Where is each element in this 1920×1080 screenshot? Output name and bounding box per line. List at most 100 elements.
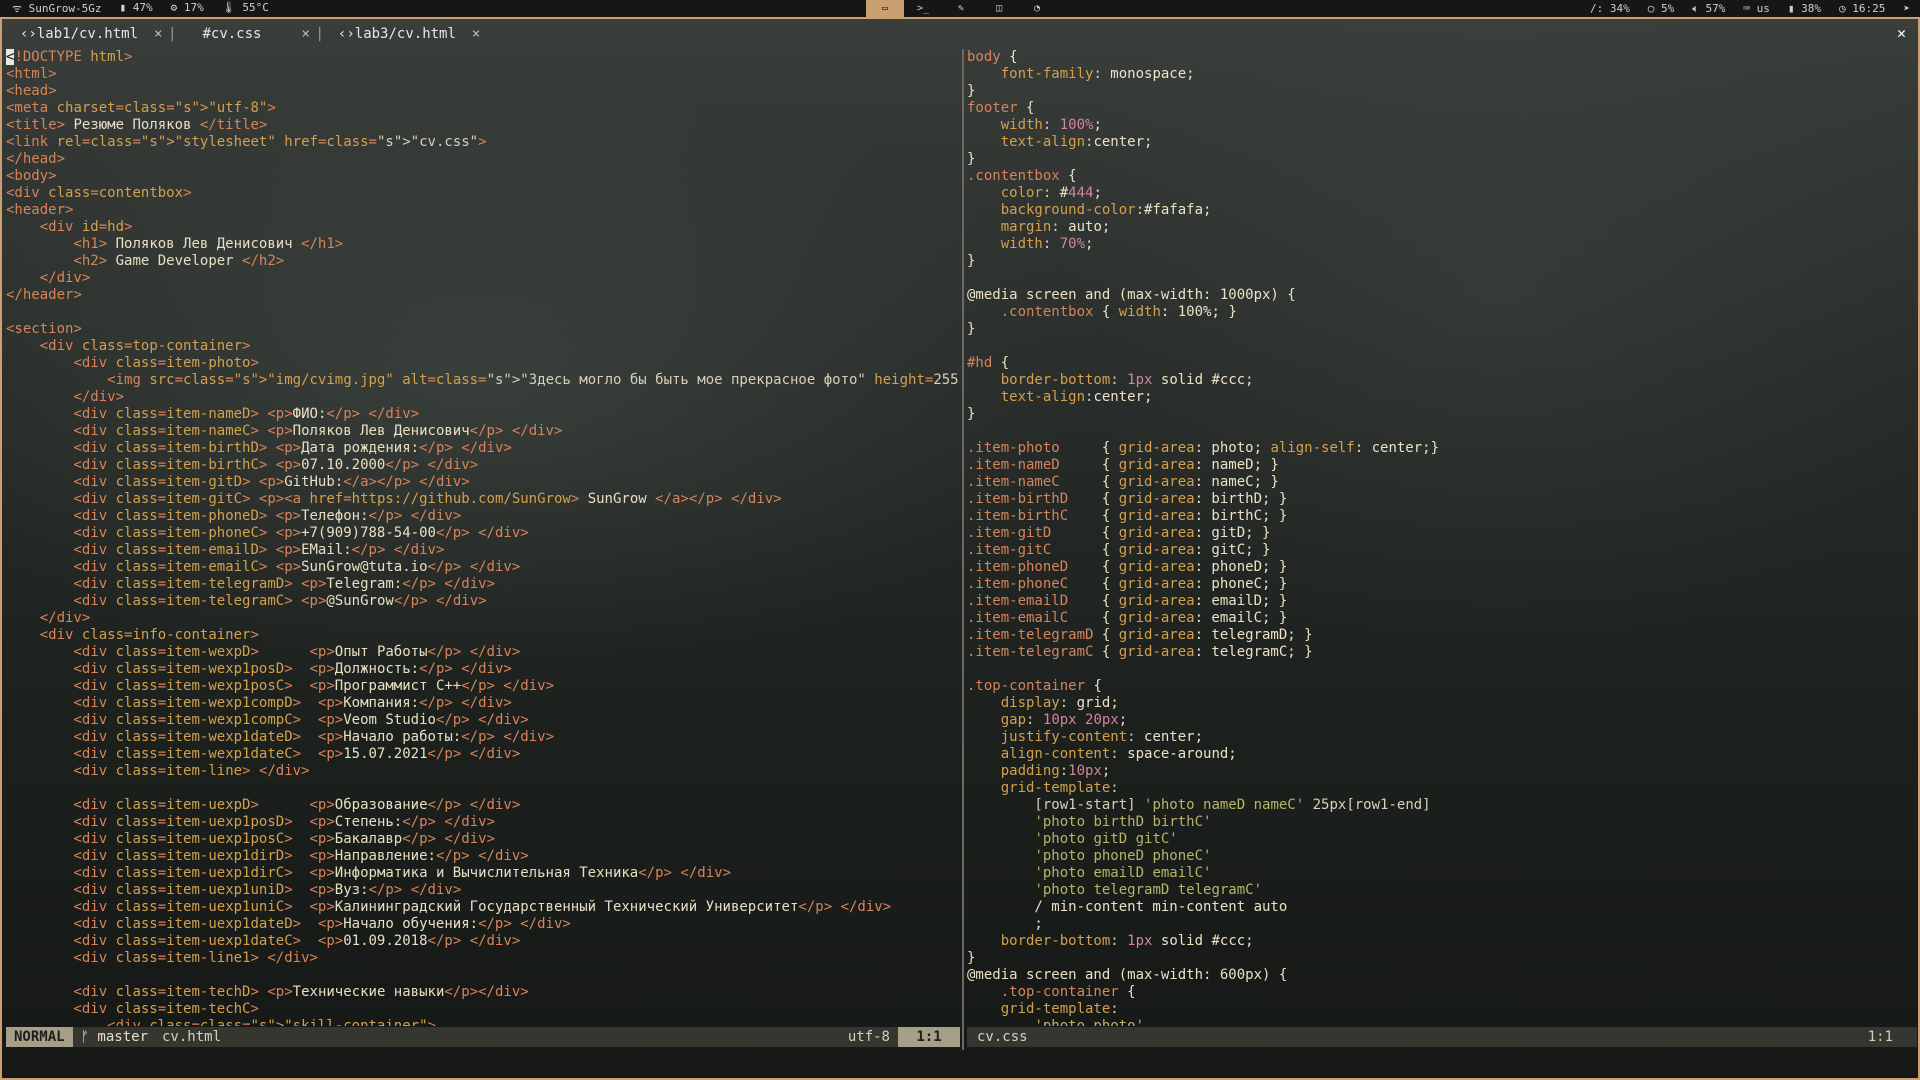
code-line[interactable]: margin: auto; xyxy=(967,219,1917,236)
code-line[interactable]: <h1> Поляков Лев Денисович </h1> xyxy=(6,236,960,253)
vertical-split-divider[interactable] xyxy=(962,49,964,1050)
code-line[interactable]: <div class=item-emailD> <p>EMail:</p> </… xyxy=(6,542,960,559)
code-line[interactable]: footer { xyxy=(967,100,1917,117)
close-icon[interactable]: × xyxy=(472,26,480,42)
code-line[interactable]: <div class=item-techC> xyxy=(6,1001,960,1018)
code-line[interactable]: <div class=item-wexp1compD> <p>Компания:… xyxy=(6,695,960,712)
code-line[interactable]: <div class=contentbox> xyxy=(6,185,960,202)
code-line[interactable]: .item-gitD { grid-area: gitD; } xyxy=(967,525,1917,542)
code-line[interactable]: .item-phoneC { grid-area: phoneC; } xyxy=(967,576,1917,593)
code-line[interactable]: <div id=hd> xyxy=(6,219,960,236)
code-line[interactable]: .item-telegramC { grid-area: telegramC; … xyxy=(967,644,1917,661)
code-line[interactable]: 'photo telegramD telegramC' xyxy=(967,882,1917,899)
code-line[interactable]: <div class=item-wexp1dateD> <p>Начало ра… xyxy=(6,729,960,746)
code-line[interactable]: 'photo emailD emailC' xyxy=(967,865,1917,882)
code-line[interactable]: <div class=item-phoneD> <p>Телефон:</p> … xyxy=(6,508,960,525)
code-line[interactable]: .item-emailD { grid-area: emailD; } xyxy=(967,593,1917,610)
code-line[interactable] xyxy=(967,423,1917,440)
code-line[interactable]: <img src=class="s">"img/cvimg.jpg" alt=c… xyxy=(6,372,960,389)
code-line[interactable]: font-family: monospace; xyxy=(967,66,1917,83)
code-line[interactable]: <link rel=class="s">"stylesheet" href=cl… xyxy=(6,134,960,151)
code-line[interactable]: <div class=item-telegramD> <p>Telegram:<… xyxy=(6,576,960,593)
workspace-terminal-icon[interactable]: >_ xyxy=(904,0,942,17)
code-line[interactable]: <div class=item-gitC> <p><a href=https:/… xyxy=(6,491,960,508)
code-line[interactable]: <!DOCTYPE html> xyxy=(6,49,960,66)
code-line[interactable]: .item-phoneD { grid-area: phoneD; } xyxy=(967,559,1917,576)
code-line[interactable]: <div class=top-container> xyxy=(6,338,960,355)
code-line[interactable]: </head> xyxy=(6,151,960,168)
close-icon[interactable]: × xyxy=(301,26,309,42)
code-line[interactable] xyxy=(967,338,1917,355)
code-line[interactable]: <div class=item-wexp1compC> <p>Veom Stud… xyxy=(6,712,960,729)
code-line[interactable]: <title> Резюме Поляков </title> xyxy=(6,117,960,134)
code-line[interactable]: <div class=item-line> </div> xyxy=(6,763,960,780)
code-line[interactable]: </div> xyxy=(6,270,960,287)
code-line[interactable]: 'photo phoneD phoneC' xyxy=(967,848,1917,865)
code-line[interactable]: #hd { xyxy=(967,355,1917,372)
code-line[interactable]: .item-gitC { grid-area: gitC; } xyxy=(967,542,1917,559)
code-line[interactable]: justify-content: center; xyxy=(967,729,1917,746)
code-line[interactable]: <div class=item-wexp1posD> <p>Должность:… xyxy=(6,661,960,678)
code-line[interactable]: <div class=item-uexp1uniD> <p>Вуз:</p> <… xyxy=(6,882,960,899)
code-line[interactable]: align-content: space-around; xyxy=(967,746,1917,763)
code-line[interactable]: text-align:center; xyxy=(967,389,1917,406)
code-line[interactable]: <div class=class="s">"skill-container"> xyxy=(6,1018,960,1026)
code-line[interactable]: border-bottom: 1px solid #ccc; xyxy=(967,372,1917,389)
code-line[interactable]: </div> xyxy=(6,389,960,406)
tab-cv-css[interactable]: # cv.css × xyxy=(172,19,324,49)
code-line[interactable]: <div class=item-techD> <p>Технические на… xyxy=(6,984,960,1001)
code-line[interactable]: .item-birthC { grid-area: birthC; } xyxy=(967,508,1917,525)
code-line[interactable]: color: #444; xyxy=(967,185,1917,202)
code-line[interactable]: gap: 10px 20px; xyxy=(967,712,1917,729)
code-line[interactable]: padding:10px; xyxy=(967,763,1917,780)
code-line[interactable]: <h2> Game Developer </h2> xyxy=(6,253,960,270)
code-line[interactable]: } xyxy=(967,253,1917,270)
code-line[interactable]: 'photo photo' xyxy=(967,1018,1917,1026)
code-line[interactable]: } xyxy=(967,83,1917,100)
code-line[interactable]: <div class=item-uexp1dirD> <p>Направлени… xyxy=(6,848,960,865)
code-line[interactable]: grid-template: xyxy=(967,780,1917,797)
code-line[interactable]: .item-telegramD { grid-area: telegramD; … xyxy=(967,627,1917,644)
code-line[interactable]: <div class=item-phoneC> <p>+7(909)788-54… xyxy=(6,525,960,542)
code-line[interactable]: .contentbox { xyxy=(967,168,1917,185)
code-line[interactable]: <div class=item-wexpD> <p>Опыт Работы</p… xyxy=(6,644,960,661)
code-line[interactable]: @media screen and (max-width: 1000px) { xyxy=(967,287,1917,304)
code-line[interactable] xyxy=(6,304,960,321)
code-line[interactable]: <div class=item-nameC> <p>Поляков Лев Де… xyxy=(6,423,960,440)
code-line[interactable]: 'photo gitD gitC' xyxy=(967,831,1917,848)
code-line[interactable]: @media screen and (max-width: 600px) { xyxy=(967,967,1917,984)
code-line[interactable]: width: 70%; xyxy=(967,236,1917,253)
code-line[interactable]: <div class=item-telegramC> <p>@SunGrow</… xyxy=(6,593,960,610)
code-line[interactable] xyxy=(967,270,1917,287)
editor-pane-cv-html[interactable]: <!DOCTYPE html> <html> <head> <meta charset… xyxy=(6,49,960,1026)
code-line[interactable]: <body> xyxy=(6,168,960,185)
code-line[interactable]: <section> xyxy=(6,321,960,338)
code-line[interactable]: } xyxy=(967,151,1917,168)
code-line[interactable]: <div class=item-uexp1dirC> <p>Информатик… xyxy=(6,865,960,882)
code-line[interactable]: .item-photo { grid-area: photo; align-se… xyxy=(967,440,1917,457)
code-line[interactable]: .top-container { xyxy=(967,678,1917,695)
code-line[interactable]: background-color:#fafafa; xyxy=(967,202,1917,219)
tab-lab1-cv-html[interactable]: ‹› lab1/cv.html × xyxy=(2,19,177,49)
code-line[interactable]: display: grid; xyxy=(967,695,1917,712)
code-line[interactable]: <html> xyxy=(6,66,960,83)
code-line[interactable]: / min-content min-content auto xyxy=(967,899,1917,916)
code-line[interactable]: </header> xyxy=(6,287,960,304)
command-line[interactable] xyxy=(2,1047,1918,1078)
code-line[interactable]: .top-container { xyxy=(967,984,1917,1001)
workspace-monitor-icon[interactable]: ▭ xyxy=(866,0,904,17)
workspace-edit-icon[interactable]: ✎ xyxy=(942,0,980,17)
close-all-icon[interactable]: ✕ xyxy=(1897,24,1906,42)
code-line[interactable]: border-bottom: 1px solid #ccc; xyxy=(967,933,1917,950)
code-line[interactable]: ; xyxy=(967,916,1917,933)
code-line[interactable]: <div class=item-uexpD> <p>Образование</p… xyxy=(6,797,960,814)
code-line[interactable]: <div class=item-line1> </div> xyxy=(6,950,960,967)
code-line[interactable]: grid-template: xyxy=(967,1001,1917,1018)
code-line[interactable]: .contentbox { width: 100%; } xyxy=(967,304,1917,321)
code-line[interactable]: <div class=item-photo> xyxy=(6,355,960,372)
code-line[interactable]: } xyxy=(967,950,1917,967)
code-line[interactable]: <div class=item-uexp1uniC> <p>Калинингра… xyxy=(6,899,960,916)
code-line[interactable]: .item-birthD { grid-area: birthD; } xyxy=(967,491,1917,508)
code-line[interactable]: <head> xyxy=(6,83,960,100)
code-line[interactable]: <div class=item-uexp1posC> <p>Бакалавр</… xyxy=(6,831,960,848)
